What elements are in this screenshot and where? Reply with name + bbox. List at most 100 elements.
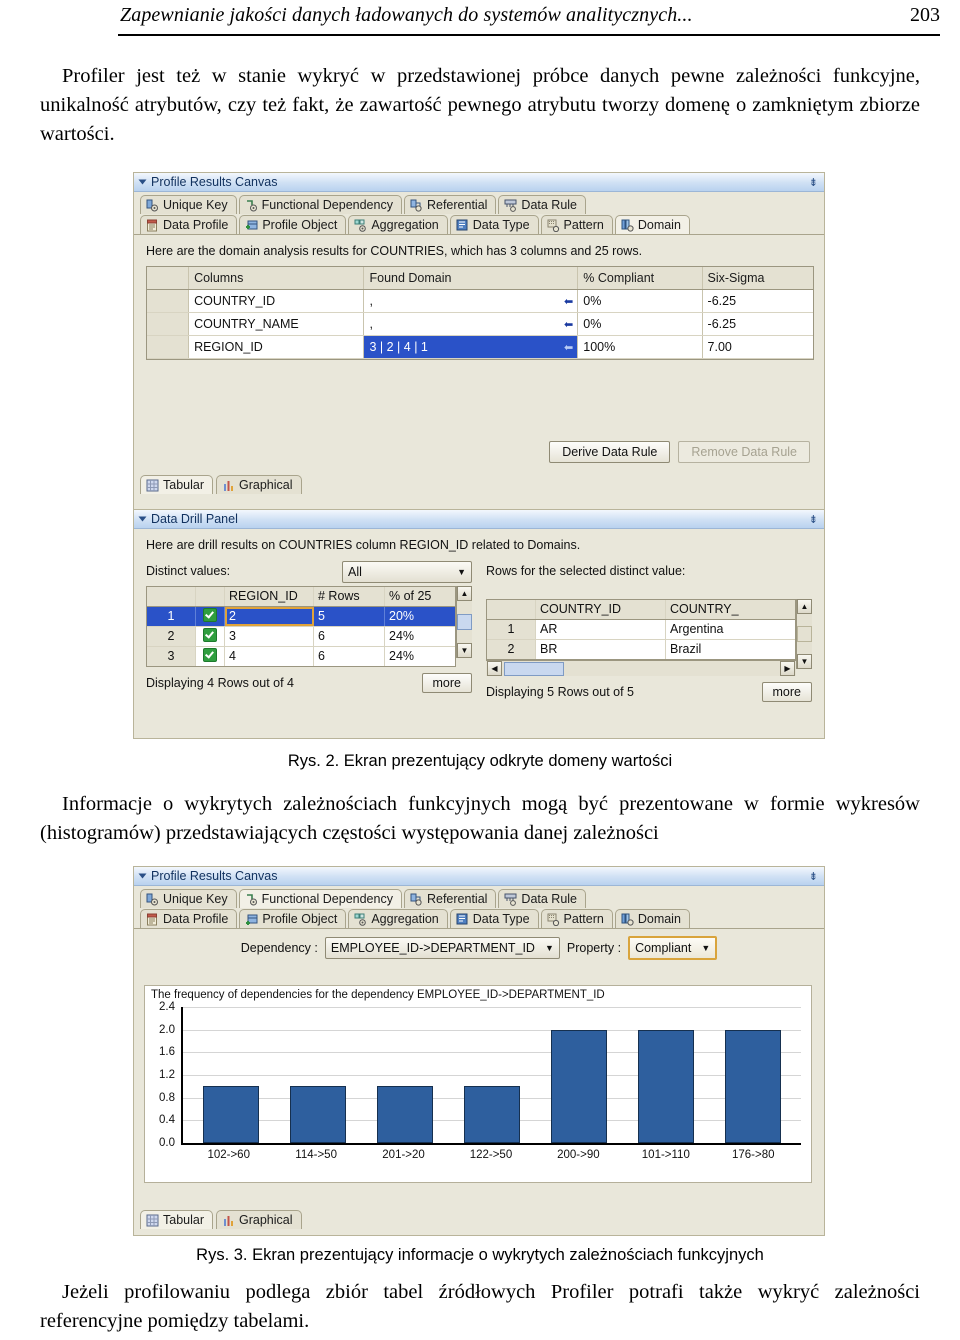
- grid-row[interactable]: 2 3 6 24%: [147, 627, 455, 647]
- cell-found-domain[interactable]: , ⬅: [364, 290, 579, 312]
- cell-six-sigma: 7.00: [707, 340, 732, 354]
- table-row[interactable]: COUNTRY_ID , ⬅ 0% -6.25: [147, 290, 813, 313]
- collapse-chevron-icon[interactable]: [138, 516, 147, 522]
- panel-title: Profile Results Canvas: [151, 175, 278, 189]
- tab-graphical[interactable]: Graphical: [216, 475, 302, 494]
- tab-unique-key[interactable]: Unique Key: [140, 195, 237, 214]
- bar[interactable]: [551, 1029, 608, 1143]
- grid-row[interactable]: 1 AR Argentina: [487, 620, 795, 640]
- property-label: Property :: [566, 941, 622, 955]
- dependency-select[interactable]: EMPLOYEE_ID->DEPARTMENT_ID ▼: [324, 937, 560, 959]
- distinct-values-filter-select[interactable]: All ▼: [342, 561, 472, 583]
- grid-row[interactable]: 1 2 5 20%: [147, 607, 455, 627]
- tab-data-type[interactable]: Data Type: [449, 215, 539, 234]
- header-country-name[interactable]: COUNTRY_: [666, 600, 795, 619]
- cell-found-domain[interactable]: , ⬅: [364, 313, 579, 335]
- selected-rows-hscrollbar[interactable]: ◀ ▶: [486, 660, 796, 676]
- expand-arrow-icon[interactable]: ⬅: [564, 316, 573, 334]
- tab-aggregation[interactable]: Aggregation: [348, 215, 448, 234]
- collapse-chevron-icon[interactable]: [138, 179, 147, 185]
- scrollbar-thumb[interactable]: [457, 614, 472, 630]
- property-select[interactable]: Compliant ▼: [628, 936, 718, 960]
- bar[interactable]: [638, 1029, 695, 1143]
- pin-icon[interactable]: ⇟: [809, 176, 818, 189]
- scroll-up-icon[interactable]: ▲: [457, 586, 472, 601]
- row-checkbox[interactable]: [196, 607, 225, 626]
- grid-row[interactable]: 2 BR Brazil: [487, 640, 795, 659]
- scroll-down-icon[interactable]: ▼: [797, 654, 812, 669]
- bar[interactable]: [725, 1029, 782, 1143]
- pin-icon[interactable]: ⇟: [809, 870, 818, 883]
- tab-pattern[interactable]: Pattern: [540, 215, 613, 234]
- tab-pattern[interactable]: Pattern: [540, 909, 613, 928]
- selected-rows-vscrollbar[interactable]: ▲ ▼: [796, 599, 812, 669]
- tab-aggregation[interactable]: Aggregation: [348, 909, 448, 928]
- data-drill-panel-titlebar[interactable]: Data Drill Panel ⇟: [134, 510, 824, 529]
- tab-domain[interactable]: Domain: [614, 909, 690, 928]
- column-header-found-domain[interactable]: Found Domain: [364, 267, 579, 289]
- table-row[interactable]: COUNTRY_NAME , ⬅ 0% -6.25: [147, 313, 813, 336]
- distinct-values-grid: REGION_ID # Rows % of 25 1 2 5 20% 2 3 6…: [146, 586, 456, 667]
- derive-data-rule-button[interactable]: Derive Data Rule: [549, 441, 671, 463]
- collapse-chevron-icon[interactable]: [138, 873, 147, 879]
- row-checkbox[interactable]: [196, 627, 225, 646]
- header-pct-of-25[interactable]: % of 25: [385, 587, 455, 606]
- tab-label: Referential: [426, 198, 488, 212]
- bar[interactable]: [463, 1086, 521, 1143]
- row-handle[interactable]: [147, 336, 190, 358]
- header-num-rows[interactable]: # Rows: [314, 587, 385, 606]
- scroll-down-icon[interactable]: ▼: [457, 643, 472, 658]
- hscrollbar-thumb[interactable]: [504, 661, 564, 676]
- tab-graphical[interactable]: Graphical: [216, 1210, 302, 1229]
- grid-row[interactable]: 3 4 6 24%: [147, 647, 455, 666]
- scroll-up-icon[interactable]: ▲: [797, 599, 812, 614]
- y-tick-label: 2.0: [159, 1023, 175, 1036]
- tab-unique-key[interactable]: Unique Key: [140, 889, 237, 908]
- tab-functional-dependency[interactable]: Functional Dependency: [238, 195, 402, 214]
- tab-tabular[interactable]: Tabular: [140, 1210, 213, 1229]
- profile-results-canvas-titlebar[interactable]: Profile Results Canvas ⇟: [134, 173, 824, 192]
- more-button[interactable]: more: [421, 673, 472, 693]
- expand-arrow-icon[interactable]: ⬅: [564, 339, 573, 357]
- column-header-rownum[interactable]: [147, 267, 190, 289]
- profile-results-canvas-titlebar[interactable]: Profile Results Canvas ⇟: [134, 867, 824, 886]
- tab-referential[interactable]: Referential: [403, 889, 497, 908]
- tab-data-rule[interactable]: Data Rule: [498, 889, 587, 908]
- distinct-values-scrollbar[interactable]: ▲ ▼: [456, 586, 472, 658]
- tab-profile-object[interactable]: Profile Object: [239, 215, 347, 234]
- scroll-right-icon[interactable]: ▶: [780, 661, 795, 676]
- cell-region-id[interactable]: 2: [225, 607, 314, 626]
- bar[interactable]: [289, 1086, 346, 1143]
- tab-functional-dependency[interactable]: Functional Dependency: [238, 889, 402, 908]
- expand-arrow-icon[interactable]: ⬅: [564, 293, 573, 311]
- header-region-id[interactable]: REGION_ID: [225, 587, 314, 606]
- cell-found-domain-selected[interactable]: 3 | 2 | 4 | 1 ⬅: [364, 336, 579, 358]
- tab-domain[interactable]: Domain: [614, 215, 690, 234]
- figure2-view-tabs: Tabular Graphical: [140, 475, 302, 494]
- pin-icon[interactable]: ⇟: [809, 513, 818, 526]
- row-handle[interactable]: [147, 290, 190, 312]
- table-row[interactable]: REGION_ID 3 | 2 | 4 | 1 ⬅ 100% 7.00: [147, 336, 813, 359]
- cell-region-id[interactable]: 3: [225, 627, 314, 646]
- scroll-left-icon[interactable]: ◀: [487, 661, 502, 676]
- scrollbar-thumb[interactable]: [797, 626, 812, 642]
- tab-data-rule[interactable]: Data Rule: [498, 195, 587, 214]
- cell-region-id[interactable]: 4: [225, 647, 314, 666]
- tab-data-profile[interactable]: Data Profile: [140, 215, 238, 234]
- data-rule-icon: [504, 199, 517, 212]
- row-handle[interactable]: [147, 313, 190, 335]
- tab-profile-object[interactable]: Profile Object: [239, 909, 347, 928]
- column-header-six-sigma[interactable]: Six-Sigma: [703, 267, 813, 289]
- more-button[interactable]: more: [761, 682, 812, 702]
- bar[interactable]: [376, 1086, 433, 1143]
- column-header-compliant[interactable]: % Compliant: [578, 267, 703, 289]
- chevron-down-icon: ▼: [701, 943, 711, 953]
- tab-data-type[interactable]: Data Type: [449, 909, 539, 928]
- bar[interactable]: [202, 1086, 259, 1143]
- tab-data-profile[interactable]: Data Profile: [140, 909, 238, 928]
- tab-tabular[interactable]: Tabular: [140, 475, 213, 494]
- header-country-id[interactable]: COUNTRY_ID: [536, 600, 666, 619]
- tab-referential[interactable]: Referential: [403, 195, 497, 214]
- row-checkbox[interactable]: [196, 647, 225, 666]
- column-header-columns[interactable]: Columns: [189, 267, 365, 289]
